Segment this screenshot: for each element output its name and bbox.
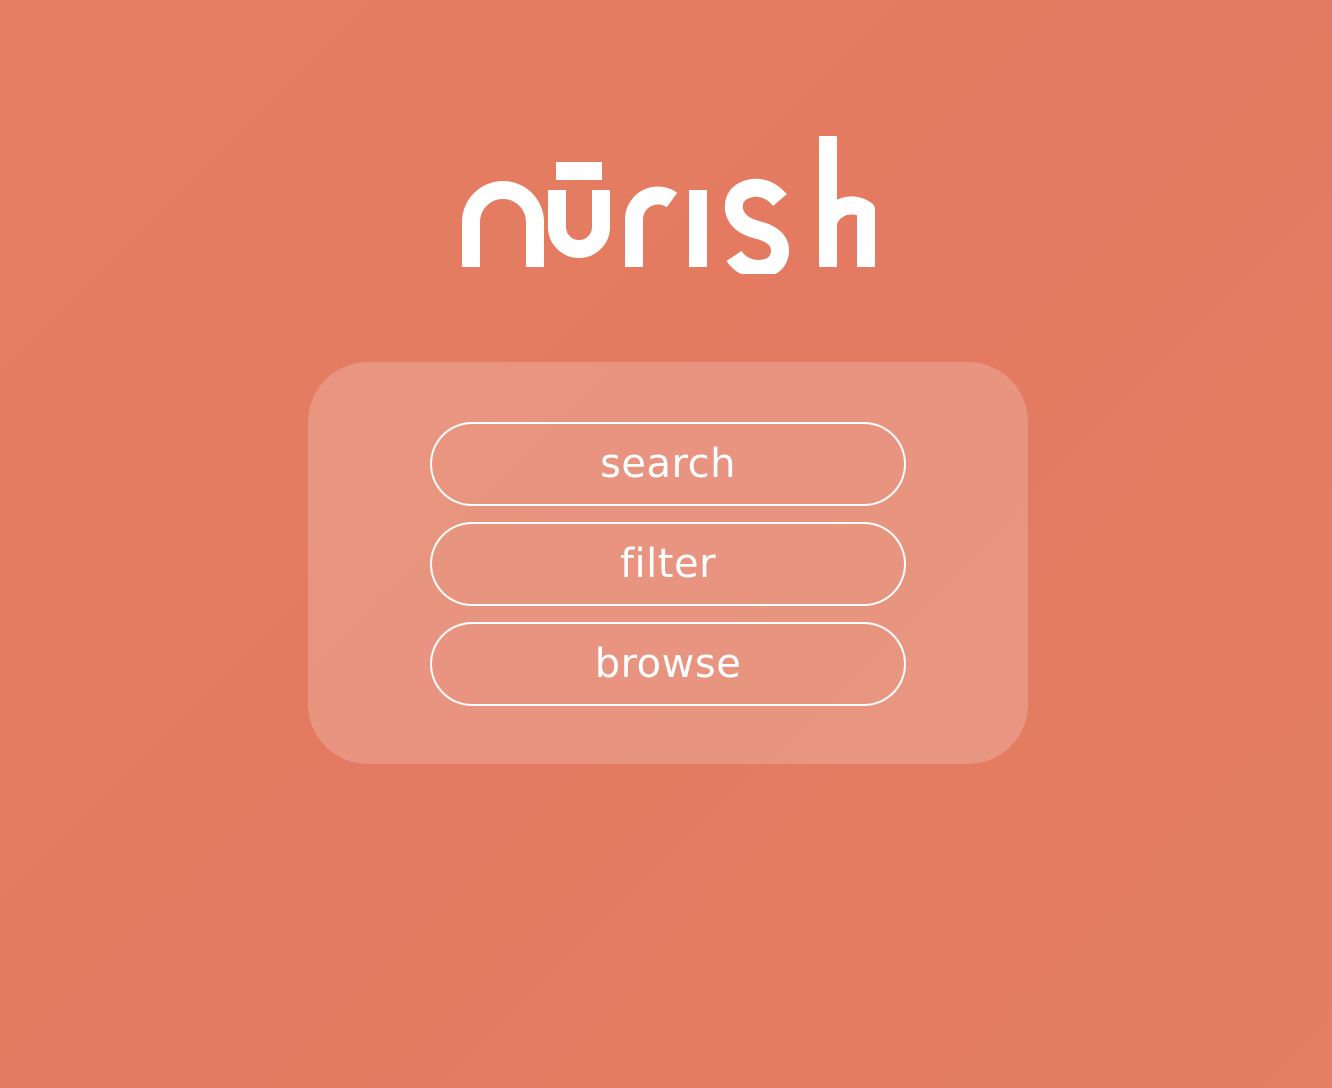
nurish-wordmark [462,136,875,274]
menu-card: search filter browse [308,362,1028,764]
filter-button[interactable]: filter [430,522,906,606]
nurish-logo [456,130,880,274]
browse-button[interactable]: browse [430,622,906,706]
search-button[interactable]: search [430,422,906,506]
